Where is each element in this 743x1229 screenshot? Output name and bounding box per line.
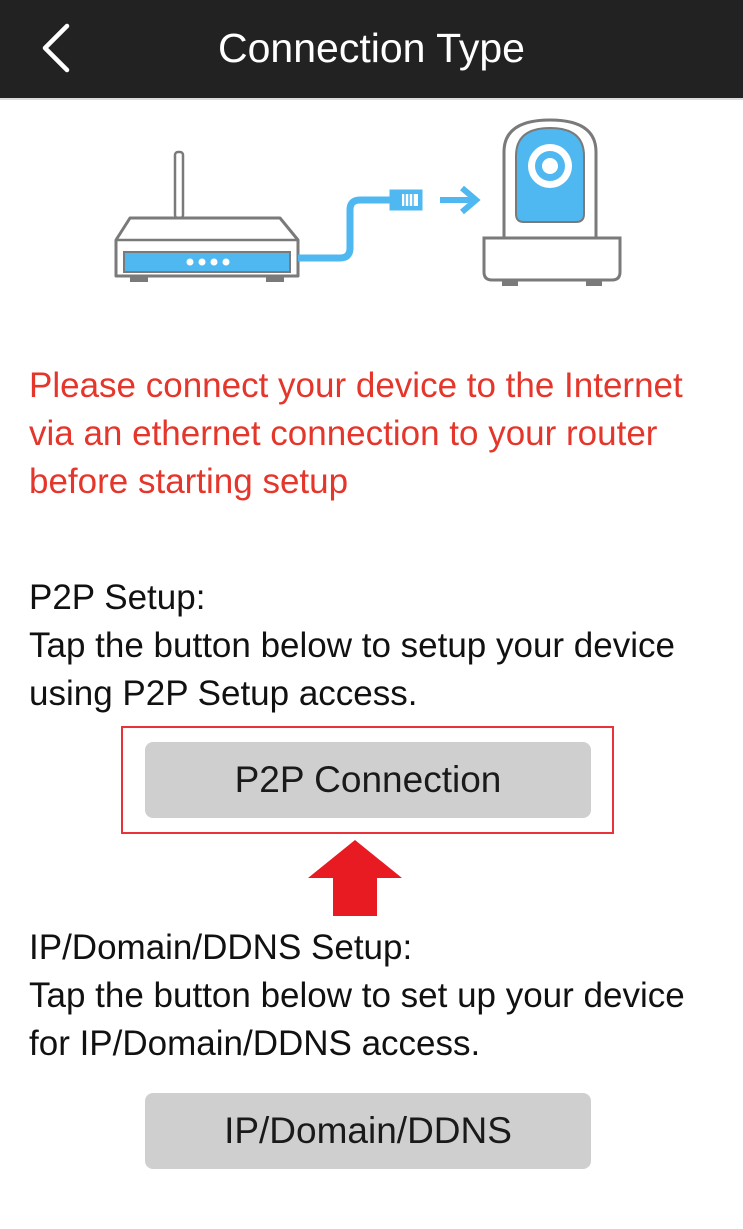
p2p-connection-button[interactable]: P2P Connection	[145, 742, 591, 818]
ip-setup-heading: IP/Domain/DDNS Setup:	[29, 928, 413, 967]
arrow-up-icon	[306, 840, 404, 918]
ip-domain-ddns-button[interactable]: IP/Domain/DDNS	[145, 1093, 591, 1169]
ip-setup-description: Tap the button below to set up your devi…	[29, 976, 685, 1063]
page-title: Connection Type	[218, 25, 525, 71]
ip-camera-icon	[482, 118, 622, 286]
ethernet-cable-icon	[298, 189, 423, 262]
p2p-setup-section: P2P Setup: Tap the button below to setup…	[29, 574, 729, 718]
ip-domain-ddns-setup-section: IP/Domain/DDNS Setup: Tap the button bel…	[29, 924, 729, 1068]
connection-illustration	[100, 112, 640, 302]
arrow-right-icon	[440, 185, 481, 215]
connection-type-screen: Connection Type Please connect your devi…	[0, 0, 743, 1229]
navigation-bar: Connection Type	[0, 0, 743, 100]
ethernet-warning: Please connect your device to the Intern…	[29, 366, 683, 501]
p2p-setup-description: Tap the button below to setup your devic…	[29, 626, 675, 713]
p2p-setup-heading: P2P Setup:	[29, 578, 206, 617]
router-icon	[114, 150, 300, 282]
